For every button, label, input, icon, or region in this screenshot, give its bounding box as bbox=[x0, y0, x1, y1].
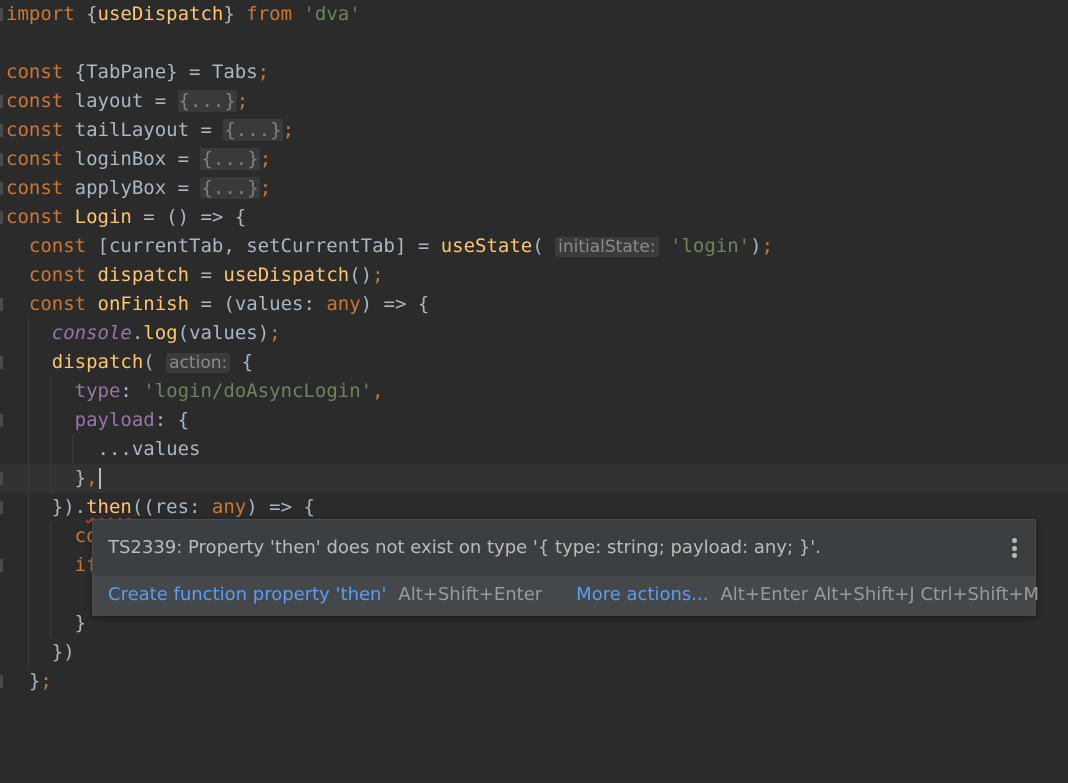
more-vertical-icon[interactable] bbox=[1011, 538, 1017, 558]
fold-marker[interactable] bbox=[0, 501, 3, 514]
folded-region[interactable]: {...} bbox=[200, 177, 260, 199]
parameter-hint: initialState: bbox=[555, 237, 659, 257]
fold-marker[interactable] bbox=[0, 8, 3, 21]
fold-marker[interactable] bbox=[0, 414, 3, 427]
fold-marker[interactable] bbox=[0, 95, 3, 108]
folded-region[interactable]: {...} bbox=[177, 90, 237, 112]
code-line[interactable]: }).then((res: any) => { bbox=[0, 493, 1068, 522]
create-function-property-action[interactable]: Create function property 'then' bbox=[108, 584, 386, 605]
more-actions-link[interactable]: More actions... bbox=[576, 584, 708, 605]
tooltip-message-area: TS2339: Property 'then' does not exist o… bbox=[93, 520, 1035, 576]
fold-marker[interactable] bbox=[0, 675, 3, 688]
code-line[interactable]: import {useDispatch} from 'dva' bbox=[0, 0, 1068, 29]
code-line[interactable]: type: 'login/doAsyncLogin', bbox=[0, 377, 1068, 406]
code-line[interactable]: console.log(values); bbox=[0, 319, 1068, 348]
code-line[interactable]: const [currentTab, setCurrentTab] = useS… bbox=[0, 232, 1068, 261]
more-actions-shortcut: Alt+Enter Alt+Shift+J Ctrl+Shift+M bbox=[720, 584, 1040, 605]
code-line[interactable]: const loginBox = {...}; bbox=[0, 145, 1068, 174]
code-line[interactable]: const Login = () => { bbox=[0, 203, 1068, 232]
tooltip-actions-bar: Create function property 'then' Alt+Shift… bbox=[93, 576, 1039, 615]
code-line[interactable]: dispatch( action: { bbox=[0, 348, 1068, 377]
code-line[interactable]: const layout = {...}; bbox=[0, 87, 1068, 116]
code-line[interactable]: const dispatch = useDispatch(); bbox=[0, 261, 1068, 290]
folded-region[interactable]: {...} bbox=[200, 148, 260, 170]
code-line[interactable]: const {TabPane} = Tabs; bbox=[0, 58, 1068, 87]
folded-region[interactable]: {...} bbox=[223, 119, 283, 141]
fold-marker[interactable] bbox=[0, 182, 3, 195]
fold-marker[interactable] bbox=[0, 559, 3, 572]
fold-marker[interactable] bbox=[0, 211, 3, 224]
error-tooltip: TS2339: Property 'then' does not exist o… bbox=[92, 519, 1039, 616]
error-highlight[interactable]: then bbox=[86, 496, 132, 518]
create-function-property-shortcut: Alt+Shift+Enter bbox=[398, 584, 543, 605]
code-line[interactable]: const onFinish = (values: any) => { bbox=[0, 290, 1068, 319]
fold-marker[interactable] bbox=[0, 153, 3, 166]
text-caret bbox=[98, 468, 101, 489]
current-code-line[interactable]: }, bbox=[0, 464, 1068, 493]
parameter-hint: action: bbox=[166, 353, 231, 373]
fold-marker[interactable] bbox=[0, 356, 3, 369]
code-line[interactable]: }) bbox=[0, 638, 1068, 667]
code-line[interactable]: const applyBox = {...}; bbox=[0, 174, 1068, 203]
code-line[interactable]: }; bbox=[0, 667, 1068, 696]
error-message: TS2339: Property 'then' does not exist o… bbox=[108, 537, 821, 558]
fold-marker[interactable] bbox=[0, 298, 3, 311]
code-line[interactable]: const tailLayout = {...}; bbox=[0, 116, 1068, 145]
fold-marker[interactable] bbox=[0, 472, 3, 485]
fold-marker[interactable] bbox=[0, 124, 3, 137]
code-line[interactable]: payload: { bbox=[0, 406, 1068, 435]
code-line[interactable]: ...values bbox=[0, 435, 1068, 464]
